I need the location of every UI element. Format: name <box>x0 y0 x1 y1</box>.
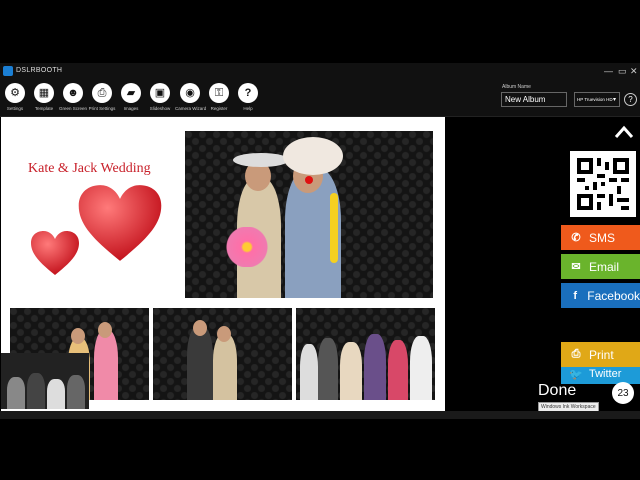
slideshow-label: Slideshow <box>149 106 171 111</box>
toolbar: ⚙ Settings ▦ Template ☻ Green Screen ⎙ P… <box>0 80 640 117</box>
green-screen-button[interactable]: ☻ Green Screen <box>58 83 88 111</box>
help-button[interactable]: ? <box>624 93 637 106</box>
email-label: Email <box>589 259 620 274</box>
twitter-button[interactable]: 🐦 Twitter <box>561 364 640 384</box>
app-logo-icon <box>3 66 13 76</box>
main-photo <box>185 131 433 298</box>
green-screen-label: Green Screen <box>58 106 87 111</box>
template-canvas: Kate & Jack Wedding <box>1 117 445 413</box>
done-count-badge[interactable]: 23 <box>612 382 634 404</box>
restore-icon[interactable]: ▭ <box>618 66 627 77</box>
printer-icon: ⎙ <box>571 348 581 360</box>
photo-strip-3 <box>296 308 435 400</box>
template-label: Template <box>34 106 54 111</box>
qr-code-icon <box>577 158 629 210</box>
sms-button[interactable]: ✆ SMS <box>561 225 640 250</box>
help-label: Help <box>243 106 253 111</box>
help-icon: ? <box>238 83 258 103</box>
qr-code-image <box>570 151 636 217</box>
photo-strip-2 <box>153 308 292 400</box>
gear-icon: ⚙ <box>5 83 25 103</box>
twitter-icon: 🐦 <box>569 368 583 381</box>
facebook-label: Facebook <box>587 288 640 303</box>
done-label[interactable]: Done <box>538 382 576 400</box>
print-settings-label: Print Settings <box>88 106 116 111</box>
camera-wizard-button[interactable]: ◉ Camera Wizard <box>175 83 207 111</box>
folder-icon: ▰ <box>121 83 141 103</box>
large-heart-image <box>78 185 162 261</box>
album-name-input[interactable] <box>501 92 567 107</box>
main-area: Kate & Jack Wedding <box>0 117 640 416</box>
album-name-label: Album Name <box>502 84 531 90</box>
camera-wizard-label: Camera Wizard <box>175 106 207 111</box>
green-screen-icon: ☻ <box>63 83 83 103</box>
minimize-icon[interactable]: — <box>604 66 613 76</box>
phone-icon: ✆ <box>571 232 581 244</box>
register-label: Register <box>210 106 228 111</box>
print-label: Print <box>589 347 614 362</box>
facebook-button[interactable]: f Facebook <box>561 283 640 308</box>
print-settings-button[interactable]: ⎙ Print Settings <box>87 83 117 111</box>
facebook-icon: f <box>573 289 577 302</box>
app-window: DSLRBOOTH — ▭ ✕ ⚙ Settings ▦ Template ☻ … <box>0 63 640 416</box>
title-bar: DSLRBOOTH — ▭ ✕ <box>0 63 640 80</box>
slideshow-icon: ▣ <box>150 83 170 103</box>
chevron-down-icon: ▾ <box>612 97 616 103</box>
wedding-title: Kate & Jack Wedding <box>28 161 151 176</box>
images-label: Images <box>123 106 139 111</box>
help-toolbar-button[interactable]: ? Help <box>233 83 263 111</box>
print-button[interactable]: ⎙ Print <box>561 342 640 367</box>
envelope-icon: ✉ <box>571 261 581 273</box>
unlock-icon: ⚿ <box>209 83 229 103</box>
register-button[interactable]: ⚿ Register <box>204 83 234 111</box>
template-button[interactable]: ▦ Template <box>29 83 59 111</box>
settings-label: Settings <box>6 106 24 111</box>
printer-selected: HP Truevision HD <box>577 97 613 102</box>
printer-select[interactable]: HP Truevision HD ▾ <box>574 92 620 107</box>
images-button[interactable]: ▰ Images <box>116 83 146 111</box>
app-title: DSLRBOOTH <box>16 67 63 74</box>
printer-icon: ⎙ <box>92 83 112 103</box>
settings-button[interactable]: ⚙ Settings <box>0 83 30 111</box>
small-heart-image <box>31 231 79 275</box>
slideshow-button[interactable]: ▣ Slideshow <box>145 83 175 111</box>
twitter-label: Twitter <box>589 368 622 380</box>
overlay-thumbnail <box>1 353 89 409</box>
email-button[interactable]: ✉ Email <box>561 254 640 279</box>
camera-icon: ◉ <box>180 83 200 103</box>
collapse-up-icon[interactable] <box>614 123 634 141</box>
sms-label: SMS <box>589 230 616 245</box>
template-icon: ▦ <box>34 83 54 103</box>
bottom-bar <box>0 411 640 419</box>
close-icon[interactable]: ✕ <box>630 66 638 77</box>
